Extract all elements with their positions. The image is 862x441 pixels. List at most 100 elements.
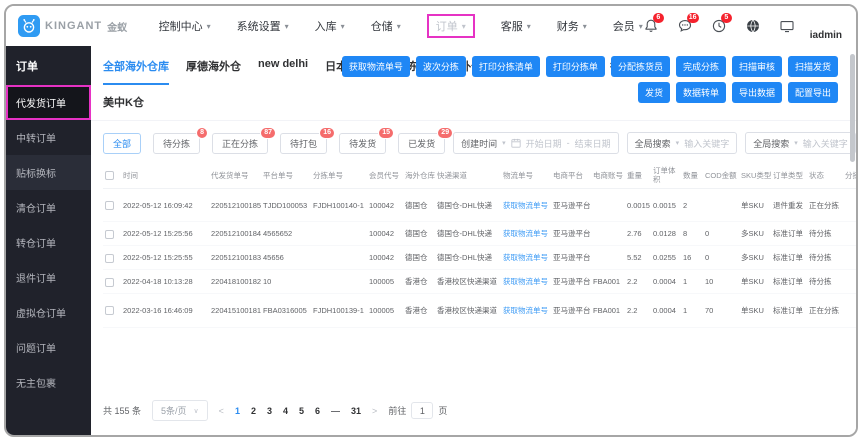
- page-2[interactable]: 2: [251, 406, 256, 416]
- cell-qty: 2: [681, 188, 703, 223]
- page-3[interactable]: 3: [267, 406, 272, 416]
- chip-待打包[interactable]: 待打包 16: [280, 126, 336, 154]
- page-5[interactable]: 5: [299, 406, 304, 416]
- chip-待分拣[interactable]: 待分拣 8: [153, 126, 209, 154]
- button-完成分拣[interactable]: 完成分拣: [675, 56, 726, 77]
- row-checkbox[interactable]: [105, 306, 114, 316]
- button-发货[interactable]: 发货: [637, 82, 670, 103]
- bell-icon[interactable]: 6: [643, 12, 664, 35]
- menu-会员[interactable]: 会员 ▾: [613, 18, 643, 34]
- button-获取物流单号[interactable]: 获取物流单号: [341, 56, 410, 77]
- row-checkbox[interactable]: [105, 277, 114, 287]
- cell-platform: 亚马逊平台: [551, 221, 591, 247]
- tab-new delhi[interactable]: new delhi: [258, 58, 308, 85]
- chat-icon[interactable]: 16: [677, 12, 699, 35]
- row-checkbox[interactable]: [105, 200, 114, 210]
- jump-page-input[interactable]: 1: [411, 402, 434, 419]
- button-打印分拣单[interactable]: 打印分拣单: [545, 56, 605, 77]
- button-扫描审核[interactable]: 扫描审核: [731, 56, 782, 77]
- menu-客服[interactable]: 客服 ▾: [501, 18, 531, 34]
- get-tracking-number-link[interactable]: 获取物流单号: [503, 253, 548, 262]
- chip-正在分拣[interactable]: 正在分拣 87: [212, 126, 277, 154]
- cell-order_type: 标准订单: [771, 293, 807, 328]
- chip-待发货[interactable]: 待发货 15: [339, 126, 395, 154]
- cell-status: 正在分拣: [807, 293, 843, 328]
- header-平台单号: 平台单号: [261, 163, 311, 189]
- username[interactable]: iadmin: [810, 30, 842, 41]
- total-count: 共 155 条: [103, 406, 142, 416]
- sidebar-item-清仓订单[interactable]: 清仓订单: [6, 190, 91, 225]
- cell-weight: 2.2: [625, 269, 651, 295]
- menu-订单[interactable]: 订单 ▾: [426, 14, 475, 38]
- button-波次分拣[interactable]: 波次分拣: [415, 56, 466, 77]
- page-1[interactable]: 1: [235, 406, 240, 416]
- top-navigation: KINGANT 金蚁 控制中心 ▾ 系统设置 ▾ 入库 ▾ 仓储 ▾ 订单 ▾ 客服 ▾ 财务 ▾ 会员 ▾ …: [6, 6, 856, 46]
- monitor-icon[interactable]: [779, 18, 796, 35]
- menu-系统设置[interactable]: 系统设置 ▾: [237, 18, 289, 34]
- header-电商账号: 电商账号: [591, 163, 625, 189]
- get-tracking-number-link[interactable]: 获取物流单号: [503, 229, 548, 238]
- button-打印分拣清单[interactable]: 打印分拣清单: [471, 56, 540, 77]
- get-tracking-number-link[interactable]: 获取物流单号: [503, 306, 548, 315]
- sidebar-item-贴标换标[interactable]: 贴标换标: [6, 155, 91, 190]
- sidebar-item-中转订单[interactable]: 中转订单: [6, 120, 91, 155]
- sidebar: 订单 代发货订单 中转订单 贴标换标 清仓订单 转仓订单 退件订单 虚拟仓订单 问题订单 无主包…: [6, 46, 91, 435]
- topnav-icons: 6 16 5: [643, 12, 796, 35]
- sidebar-items: 代发货订单 中转订单 贴标换标 清仓订单 转仓订单 退件订单 虚拟仓订单 问题订单 无主包裹: [6, 85, 91, 400]
- date-type-select-value: 创建时间: [461, 138, 498, 149]
- scrollbar-thumb[interactable]: [850, 54, 855, 162]
- cell-platform: 亚马逊平台: [551, 245, 591, 271]
- cell-platform_no: TJDD100053: [261, 188, 311, 223]
- clock-icon[interactable]: 5: [711, 12, 732, 35]
- prev-page-button[interactable]: <: [219, 406, 224, 416]
- cell-account: [591, 188, 625, 223]
- row-checkbox[interactable]: [105, 253, 114, 263]
- sidebar-item-问题订单[interactable]: 问题订单: [6, 330, 91, 365]
- page-jump: 前往 1 页: [388, 402, 447, 419]
- page-4[interactable]: 4: [283, 406, 288, 416]
- get-tracking-number-link[interactable]: 获取物流单号: [503, 201, 548, 210]
- subtab-美中K仓[interactable]: 美中K仓: [103, 94, 144, 110]
- sidebar-item-退件订单[interactable]: 退件订单: [6, 260, 91, 295]
- menu-仓储[interactable]: 仓储 ▾: [371, 18, 401, 34]
- header-会员代号: 会员代号: [367, 163, 403, 189]
- search-group-1[interactable]: 全局搜索 ▾ 输入关键字: [626, 132, 738, 154]
- count-badge: 8: [196, 126, 209, 139]
- page-31[interactable]: 31: [351, 406, 361, 416]
- menu-入库[interactable]: 入库 ▾: [315, 18, 345, 34]
- chevron-down-icon: ▾: [284, 21, 289, 31]
- page-size-select[interactable]: 5条/页 ∨: [152, 400, 208, 421]
- button-扫描发货[interactable]: 扫描发货: [787, 56, 838, 77]
- row-checkbox[interactable]: [105, 229, 114, 239]
- chip-全部[interactable]: 全部: [103, 132, 142, 154]
- sidebar-item-代发货订单[interactable]: 代发货订单: [6, 85, 91, 120]
- table-header-row: 时间 代发货单号 平台单号 分拣单号 会员代号 海外仓库 快递渠道 物流单号 电商平台 电商账号重…: [103, 163, 856, 189]
- chip-已发货[interactable]: 已发货 29: [398, 126, 454, 154]
- next-page-button[interactable]: >: [372, 406, 377, 416]
- header-分拣单号: 分拣单号: [311, 163, 367, 189]
- menu-财务[interactable]: 财务 ▾: [557, 18, 587, 34]
- tab-厚德海外仓[interactable]: 厚德海外仓: [186, 58, 241, 85]
- cell-channel: 德国仓-DHL快递: [435, 221, 501, 247]
- sidebar-item-虚拟仓订单[interactable]: 虚拟仓订单: [6, 295, 91, 330]
- button-导出数据[interactable]: 导出数据: [731, 82, 782, 103]
- cell-warehouse: 德国仓: [403, 245, 435, 271]
- page-6[interactable]: 6: [315, 406, 320, 416]
- get-tracking-number-link[interactable]: 获取物流单号: [503, 277, 548, 286]
- menu-控制中心[interactable]: 控制中心 ▾: [159, 18, 211, 34]
- header-电商平台: 电商平台: [551, 163, 591, 189]
- button-数据转单[interactable]: 数据转单: [675, 82, 726, 103]
- date-filter[interactable]: 创建时间 ▾ 开始日期 - 结束日期: [453, 132, 619, 154]
- sidebar-item-转仓订单[interactable]: 转仓订单: [6, 225, 91, 260]
- search-group-2[interactable]: 全局搜索 ▾ 输入关键字: [745, 132, 856, 154]
- button-配置导出[interactable]: 配置导出: [787, 82, 838, 103]
- brand-logo[interactable]: KINGANT 金蚁: [18, 15, 159, 37]
- select-all-checkbox[interactable]: [105, 171, 114, 181]
- globe-icon[interactable]: [745, 18, 762, 35]
- cell-weight: 2.76: [625, 221, 651, 247]
- button-分配拣货员[interactable]: 分配拣货员: [610, 56, 670, 77]
- sidebar-item-无主包裹[interactable]: 无主包裹: [6, 365, 91, 400]
- menu-label: 财务: [556, 21, 579, 33]
- chevron-down-icon: ▾: [340, 21, 345, 31]
- tab-全部海外仓库[interactable]: 全部海外仓库: [103, 58, 169, 85]
